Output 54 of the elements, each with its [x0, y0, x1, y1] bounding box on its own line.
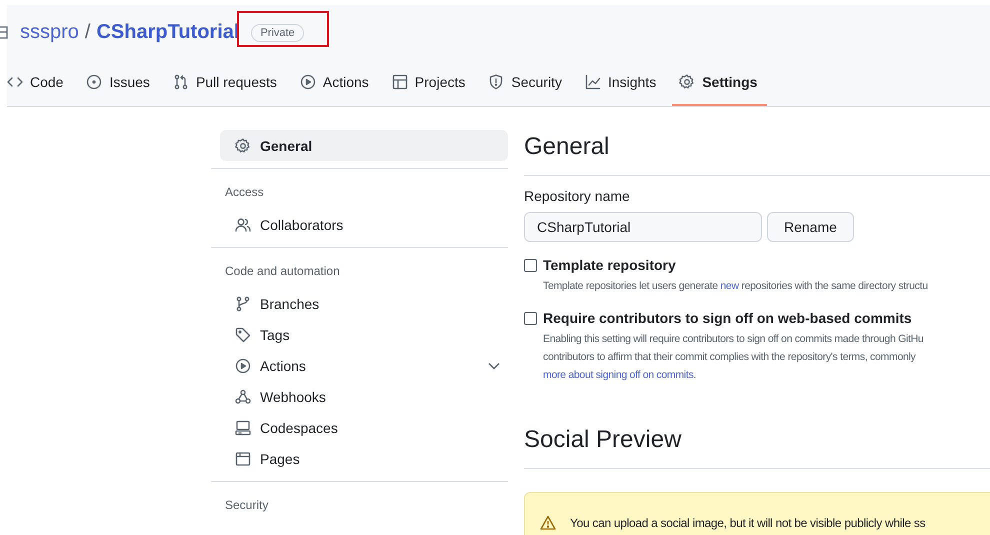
sidebar-item[interactable]: Tags	[220, 319, 508, 350]
sidebar-heading: Security	[225, 498, 270, 512]
table-icon	[392, 74, 408, 90]
sidebar-item[interactable]: Branches	[220, 288, 508, 319]
page-title: General	[524, 133, 990, 176]
sidebar-item[interactable]: Pages	[220, 443, 508, 474]
gear-icon	[235, 138, 251, 154]
repo-name-link[interactable]: CSharpTutorial	[96, 20, 240, 44]
sidebar-item[interactable]: Actions	[220, 350, 508, 381]
branch-icon	[235, 296, 251, 312]
sidebar-item[interactable]: General	[220, 130, 508, 161]
option-description: Template repositories let users generate new repositories with the same directory structu	[543, 279, 928, 294]
option-label: Require contributors to sign off on web-based commits	[543, 310, 913, 326]
graph-icon	[584, 74, 601, 90]
option-label: Template repository	[543, 257, 677, 273]
repo-tab[interactable]: Settings	[672, 59, 768, 106]
repo-tab[interactable]: Projects	[384, 59, 476, 106]
checkbox[interactable]	[524, 312, 537, 325]
shield-icon	[488, 74, 504, 90]
rename-button[interactable]: Rename	[767, 212, 854, 242]
people-icon	[235, 216, 251, 232]
browser-icon	[235, 450, 251, 466]
repo-tab[interactable]: Security	[481, 59, 572, 106]
sidebar-item[interactable]: Webhooks	[220, 381, 508, 412]
field-label: Repository name	[524, 188, 631, 204]
repo-tab[interactable]: Pull requests	[166, 59, 287, 106]
issue-icon	[86, 74, 102, 90]
option-description: Enabling this setting will require contributors to sign off on commits made through GitHu contributors to affirm that their commit complies with the repository's terms, commonly more about signing off on commits.	[543, 332, 924, 383]
sidebar-heading: Access	[225, 185, 265, 199]
repo-tab[interactable]: Insights	[578, 59, 666, 106]
repo-tab[interactable]: Actions	[292, 59, 379, 106]
codespace-icon	[235, 420, 251, 436]
sidebar-item[interactable]: Collaborators	[220, 209, 508, 240]
repo-tab[interactable]: Issues	[79, 59, 160, 106]
chevron-icon[interactable]	[488, 362, 500, 370]
repo-tab[interactable]: Code	[0, 59, 74, 106]
repository-name-field[interactable]: CSharpTutorial	[524, 212, 762, 242]
owner-link[interactable]: ssspro	[20, 20, 79, 44]
help-link[interactable]: more about signing off on commits	[543, 369, 694, 381]
sidebar-heading: Code and automation	[225, 264, 341, 278]
gear-icon	[679, 74, 696, 90]
warning-icon	[540, 515, 556, 531]
path-separator: /	[84, 20, 90, 44]
pr-icon	[172, 74, 189, 90]
checkbox[interactable]	[524, 259, 537, 272]
tag-icon	[235, 326, 251, 342]
webhook-icon	[235, 388, 251, 404]
warning-text: You can upload a social image, but it will not be visible publicly while ss	[570, 516, 926, 530]
help-link[interactable]: new	[720, 280, 739, 292]
sidebar-item[interactable]: Codespaces	[220, 412, 508, 443]
play-icon	[235, 358, 251, 374]
visibility-label: Private	[251, 24, 304, 42]
section-title: Social Preview	[524, 426, 990, 469]
play-icon	[300, 74, 316, 90]
